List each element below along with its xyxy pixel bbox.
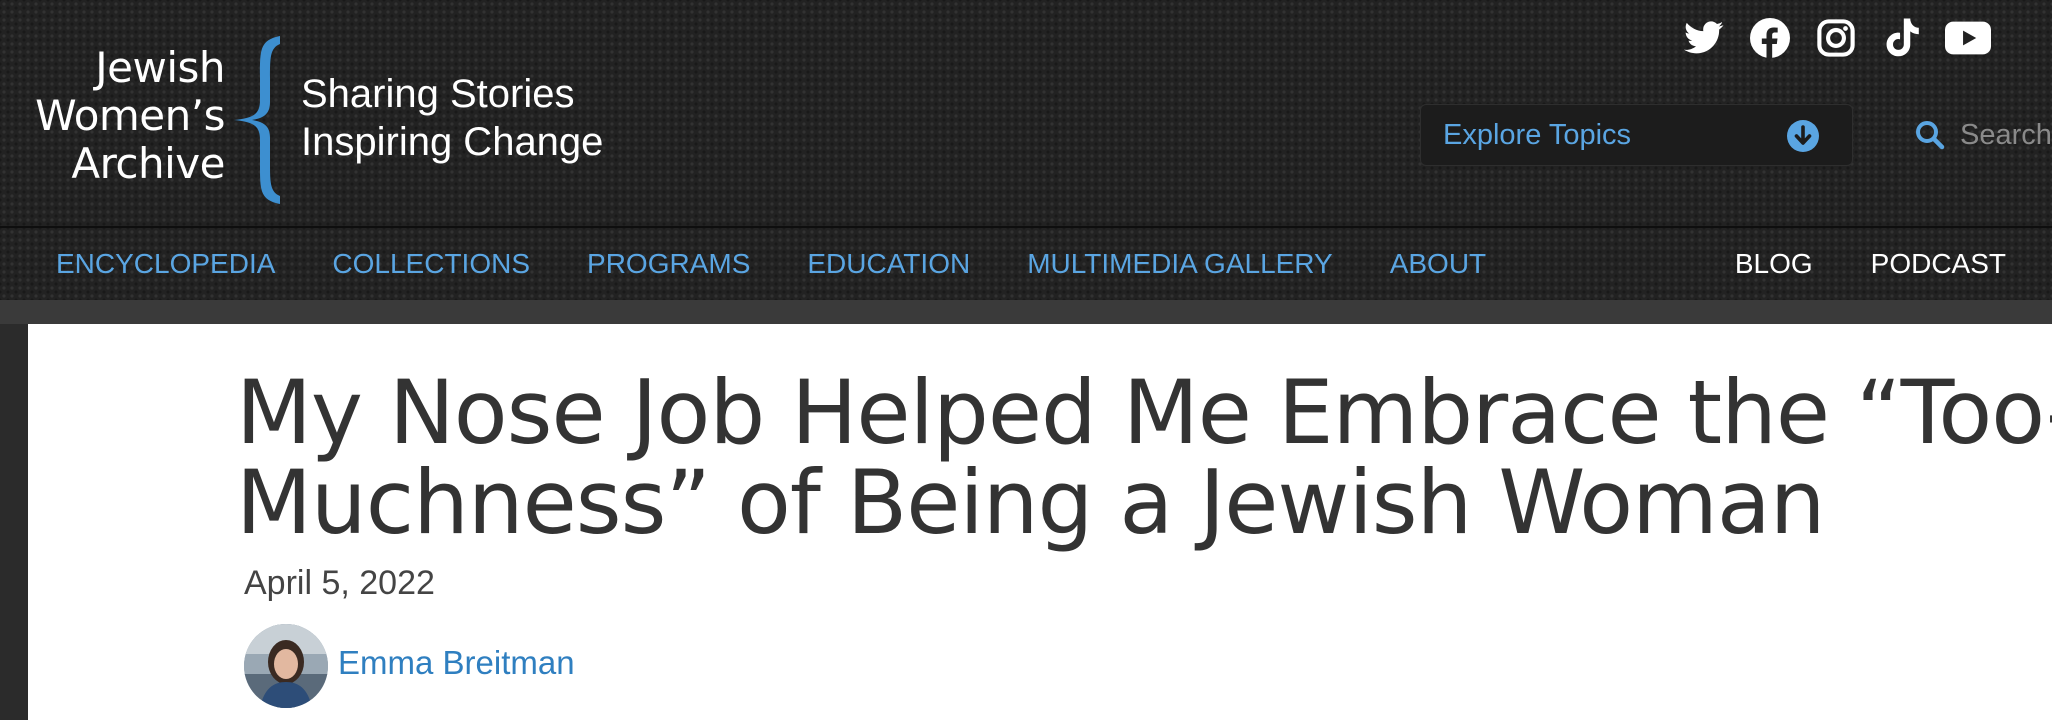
- article-main: My Nose Job Helped Me Embrace the “Too- …: [28, 324, 2052, 720]
- tiktok-icon[interactable]: [1878, 14, 1926, 62]
- article-date: April 5, 2022: [244, 564, 435, 602]
- secondary-nav: BLOG PODCAST: [1677, 245, 2006, 283]
- primary-nav: ENCYCLOPEDIA COLLECTIONS PROGRAMS EDUCAT…: [56, 245, 1543, 283]
- facebook-icon[interactable]: [1746, 14, 1794, 62]
- page-gutter: [0, 300, 2052, 324]
- nav-education[interactable]: EDUCATION: [807, 245, 970, 283]
- main-nav: ENCYCLOPEDIA COLLECTIONS PROGRAMS EDUCAT…: [0, 228, 2052, 300]
- author-avatar[interactable]: [244, 624, 328, 708]
- explore-topics-label: Explore Topics: [1443, 119, 1632, 151]
- tagline-line-1: Sharing Stories: [301, 72, 575, 116]
- logo-line-3: Archive: [71, 139, 225, 188]
- search-icon: [1916, 121, 1945, 150]
- tagline-line-2: Inspiring Change: [301, 120, 604, 164]
- author-link[interactable]: Emma Breitman: [338, 644, 575, 682]
- tagline: Sharing Stories Inspiring Change: [301, 70, 603, 166]
- nav-multimedia-gallery[interactable]: MULTIMEDIA GALLERY: [1027, 245, 1333, 283]
- logo-line-2: Women’s: [35, 91, 225, 140]
- nav-podcast[interactable]: PODCAST: [1871, 245, 2006, 283]
- logo-line-1: Jewish: [95, 43, 225, 92]
- social-links: [1680, 14, 2010, 62]
- site-header: Jewish Women’s Archive Sharing Stories I…: [0, 0, 2052, 226]
- nav-blog[interactable]: BLOG: [1735, 245, 1813, 283]
- article-title: My Nose Job Helped Me Embrace the “Too- …: [236, 368, 2052, 548]
- explore-topics-dropdown[interactable]: Explore Topics: [1420, 104, 1853, 166]
- nav-about[interactable]: ABOUT: [1390, 245, 1486, 283]
- article-title-line-2: Muchness” of Being a Jewish Woman: [236, 451, 1826, 554]
- logo-brace-icon: [234, 36, 280, 204]
- site-logo[interactable]: Jewish Women’s Archive Sharing Stories I…: [20, 36, 620, 216]
- instagram-icon[interactable]: [1812, 14, 1860, 62]
- search-box[interactable]: [1910, 104, 2052, 166]
- article-title-line-1: My Nose Job Helped Me Embrace the “Too-: [236, 361, 2052, 464]
- nav-collections[interactable]: COLLECTIONS: [332, 245, 530, 283]
- search-input[interactable]: [1960, 116, 2052, 154]
- nav-encyclopedia[interactable]: ENCYCLOPEDIA: [56, 245, 275, 283]
- youtube-icon[interactable]: [1944, 14, 1992, 62]
- nav-programs[interactable]: PROGRAMS: [587, 245, 750, 283]
- chevron-down-circle-icon: [1787, 120, 1819, 152]
- logo-wordmark: Jewish Women’s Archive: [35, 44, 225, 188]
- twitter-icon[interactable]: [1680, 14, 1728, 62]
